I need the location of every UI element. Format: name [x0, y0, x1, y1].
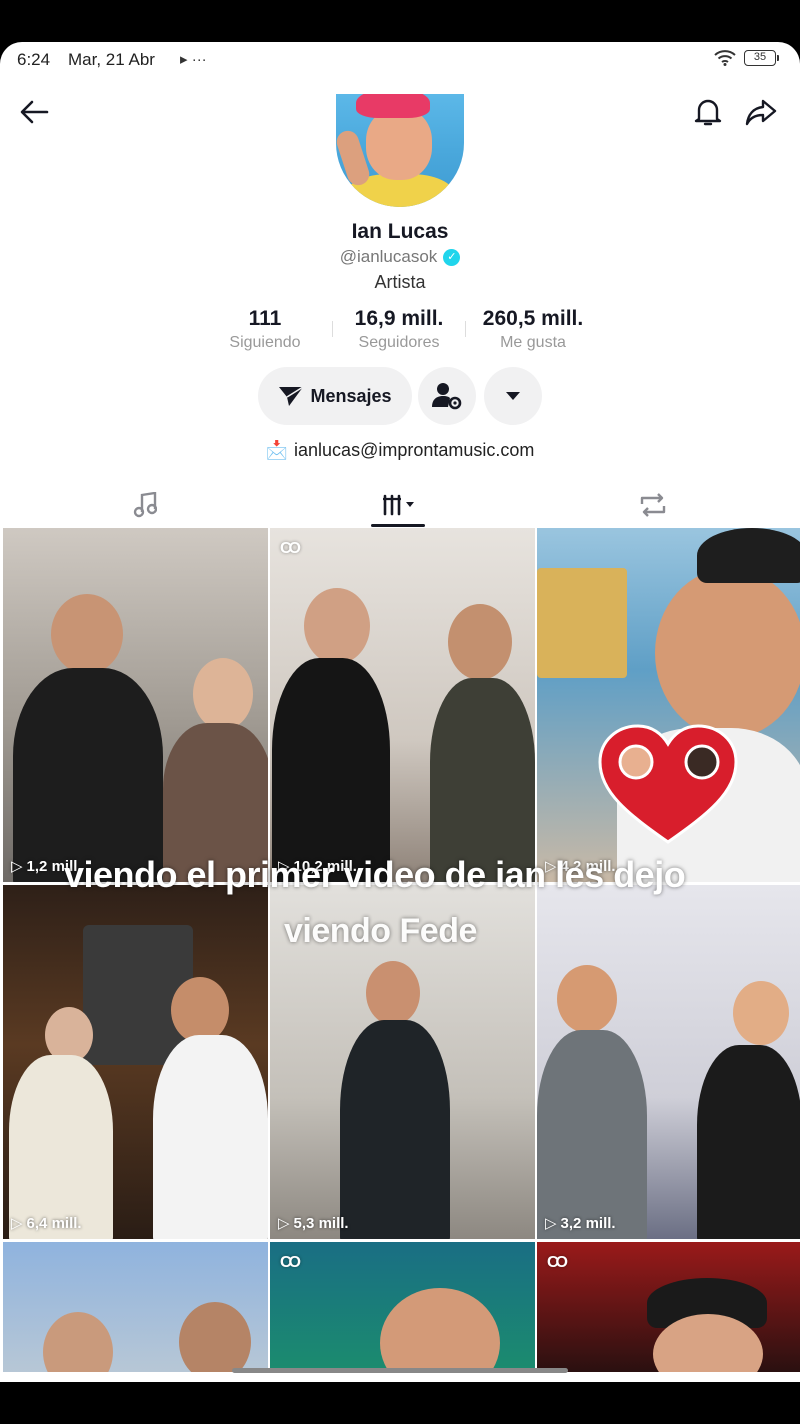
- messages-button[interactable]: Mensajes: [258, 367, 412, 425]
- stat-followers-value: 16,9 mill.: [354, 307, 444, 330]
- share-button[interactable]: [741, 92, 781, 132]
- caption-overlay: viendo Fede: [284, 912, 477, 950]
- handle-row: @ianlucasok ✓: [0, 247, 800, 267]
- status-right: 35: [714, 50, 779, 66]
- thumb-person: [153, 1035, 268, 1239]
- thumb-person: [179, 1302, 251, 1372]
- profile-category: Artista: [374, 272, 426, 292]
- tab-music[interactable]: [12, 482, 278, 528]
- thumb-person: [340, 1020, 450, 1239]
- thumb-person: [193, 658, 253, 730]
- thumb-person: [43, 1312, 113, 1372]
- avatar[interactable]: [336, 94, 464, 207]
- video-thumbnail[interactable]: ▷ 6,4 mill.: [3, 885, 268, 1239]
- view-count: ▷ 6,4 mill.: [11, 1214, 82, 1233]
- profile-email-link[interactable]: 📩 ianlucas@improntamusic.com: [0, 440, 800, 461]
- stat-divider: [332, 321, 333, 337]
- status-date: Mar, 21 Abr: [68, 50, 155, 69]
- stat-likes-value: 260,5 mill.: [482, 307, 584, 330]
- repost-icon: [640, 493, 666, 517]
- video-thumbnail[interactable]: ▷ 1,2 mill.: [3, 528, 268, 882]
- profile-screen: 6:24 Mar, 21 Abr ▸ ··· 35 Ian Lucas @ian…: [0, 42, 800, 1382]
- tab-videos[interactable]: [266, 482, 532, 528]
- view-count: ▷ 5,3 mill.: [278, 1214, 349, 1233]
- thumb-building: [537, 568, 627, 678]
- play-icon: ▷: [545, 1215, 557, 1232]
- status-time: 6:24: [17, 50, 51, 69]
- thumb-person: [51, 594, 123, 674]
- send-icon: [279, 386, 304, 406]
- view-count: ▷ 3,2 mill.: [545, 1214, 616, 1233]
- thumb-person: [655, 568, 800, 738]
- thumb-person: [304, 588, 370, 664]
- caret-down-icon: [506, 392, 520, 400]
- thumb-person: [430, 678, 535, 882]
- play-icon: ▷: [11, 858, 23, 875]
- avatar-hat: [356, 94, 430, 118]
- stat-likes[interactable]: 260,5 mill. Me gusta: [470, 307, 596, 352]
- user-settings-icon: [432, 383, 462, 410]
- videos-grid-icon: [383, 494, 414, 516]
- stat-divider: [465, 321, 466, 337]
- collab-badge: CO: [280, 540, 301, 557]
- thumb-cap: [697, 528, 800, 583]
- caption-overlay: viendo el primer video de ian les dejo: [64, 854, 686, 895]
- profile-handle: @ianlucasok: [339, 247, 438, 266]
- thumb-person: [9, 1055, 113, 1239]
- stat-following[interactable]: 111 Siguiendo: [210, 307, 320, 352]
- back-button[interactable]: [14, 92, 54, 132]
- video-thumbnail[interactable]: [3, 1242, 268, 1372]
- play-icon: ▷: [11, 1215, 23, 1232]
- stat-following-label: Siguiendo: [229, 334, 301, 351]
- stat-followers-label: Seguidores: [358, 334, 440, 351]
- verified-badge-icon: ✓: [443, 248, 461, 266]
- collab-badge: CO: [547, 1254, 568, 1271]
- arrow-left-icon: [20, 100, 49, 124]
- tab-reposts[interactable]: [520, 482, 786, 528]
- view-count-text: 5,3 mill.: [293, 1214, 349, 1232]
- play-icon: ▷: [278, 1215, 290, 1232]
- battery-icon: 35: [744, 50, 779, 66]
- thumb-person: [448, 604, 512, 680]
- thumb-person: [272, 658, 390, 882]
- profile-name: Ian Lucas: [351, 220, 449, 243]
- tab-active-indicator: [371, 524, 425, 527]
- video-thumbnail[interactable]: CO: [537, 1242, 800, 1372]
- collab-badge: CO: [280, 1254, 301, 1271]
- bell-icon: [694, 99, 722, 126]
- follow-settings-button[interactable]: [418, 367, 476, 425]
- mail-icon: 📩: [265, 440, 289, 460]
- view-count-text: 6,4 mill.: [26, 1214, 82, 1232]
- thumb-person: [557, 965, 617, 1033]
- stat-followers[interactable]: 16,9 mill. Seguidores: [340, 307, 458, 352]
- stat-likes-label: Me gusta: [500, 334, 566, 351]
- thumb-person: [13, 668, 163, 882]
- video-thumbnail[interactable]: CO: [270, 1242, 535, 1372]
- more-dropdown-button[interactable]: [484, 367, 542, 425]
- avatar-face: [366, 108, 432, 180]
- thumb-person: [697, 1045, 800, 1239]
- thumb-person: [380, 1288, 500, 1372]
- view-count-text: 3,2 mill.: [560, 1214, 616, 1232]
- thumb-person: [366, 961, 420, 1025]
- status-bar: 6:24 Mar, 21 Abr ▸ ··· 35: [0, 42, 800, 78]
- video-thumbnail[interactable]: ▷ 3,2 mill.: [537, 885, 800, 1239]
- profile-tabs: [0, 482, 800, 528]
- share-arrow-icon: [745, 99, 777, 126]
- thumb-person: [171, 977, 229, 1043]
- profile-email: ianlucas@improntamusic.com: [294, 440, 535, 460]
- music-note-icon: [133, 492, 157, 518]
- heart-sticker-icon: [598, 724, 738, 844]
- video-thumbnail[interactable]: CO ▷ 10,2 mill.: [270, 528, 535, 882]
- notifications-button[interactable]: [688, 92, 728, 132]
- thumb-person: [537, 1030, 647, 1239]
- wifi-icon: [714, 50, 736, 66]
- home-indicator[interactable]: [232, 1368, 568, 1373]
- stat-following-value: 111: [248, 307, 282, 330]
- thumb-person: [733, 981, 789, 1045]
- messages-label: Mensajes: [310, 385, 392, 406]
- status-notification-icons: ▸ ···: [180, 51, 207, 68]
